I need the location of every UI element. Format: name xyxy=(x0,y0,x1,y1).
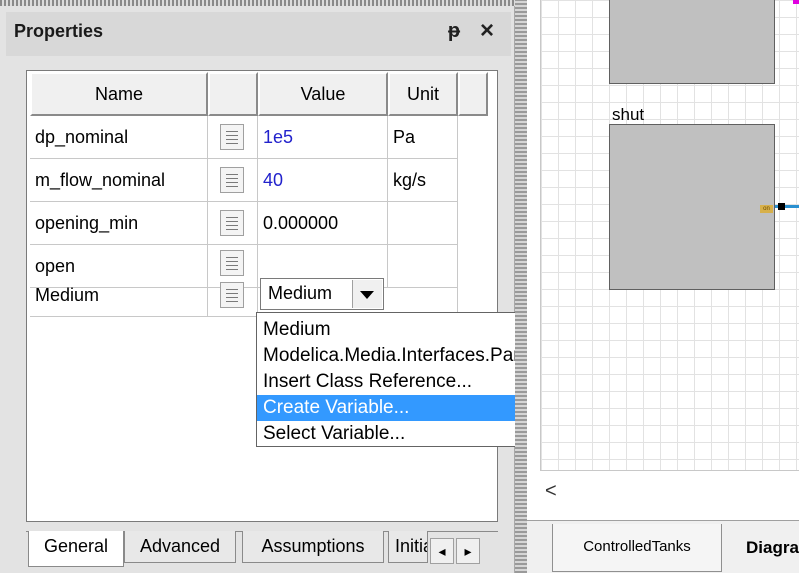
diagram-component-block[interactable] xyxy=(609,0,775,84)
edit-icon[interactable] xyxy=(220,167,244,193)
tab-assumptions[interactable]: Assumptions xyxy=(242,531,384,563)
param-value-opening-min[interactable]: 0.000000 xyxy=(258,202,388,245)
param-unit-dp-nominal: Pa xyxy=(388,116,458,159)
edit-icon[interactable] xyxy=(220,124,244,150)
tab-controlled-tanks[interactable]: ControlledTanks xyxy=(552,524,722,572)
tab-initialization[interactable]: Initia xyxy=(388,531,428,563)
scroll-left-icon[interactable]: < xyxy=(545,480,565,502)
param-unit-opening-min xyxy=(388,202,458,245)
tab-scroll-left-icon[interactable]: ◂ xyxy=(430,538,454,564)
column-header-edit[interactable] xyxy=(208,72,258,116)
tab-scroll-right-icon[interactable]: ▸ xyxy=(456,538,480,564)
param-value-m-flow-nominal[interactable]: 40 xyxy=(258,159,388,202)
chevron-down-icon xyxy=(360,291,374,299)
close-icon[interactable]: × xyxy=(474,16,500,46)
param-value-dp-nominal[interactable]: 1e5 xyxy=(258,116,388,159)
param-name-medium: Medium xyxy=(30,274,208,317)
param-name-m-flow-nominal: m_flow_nominal xyxy=(30,159,208,202)
pin-icon[interactable]: ᵽ xyxy=(444,16,464,46)
edit-icon[interactable] xyxy=(220,250,244,276)
column-header-unit[interactable]: Unit xyxy=(388,72,458,116)
medium-combobox-value: Medium xyxy=(268,283,333,303)
tab-advanced[interactable]: Advanced xyxy=(124,531,236,563)
connector-mark xyxy=(793,0,799,4)
tab-general[interactable]: General xyxy=(28,531,124,567)
diagram-component-shut[interactable] xyxy=(609,124,775,290)
panel-grip-line xyxy=(0,0,515,6)
port-label: on xyxy=(760,205,773,213)
output-port-icon[interactable] xyxy=(778,203,785,210)
param-name-dp-nominal: dp_nominal xyxy=(30,116,208,159)
panel-title: Properties xyxy=(14,21,104,41)
panel-splitter[interactable] xyxy=(515,0,527,573)
param-unit-m-flow-nominal: kg/s xyxy=(388,159,458,202)
horizontal-scrollbar[interactable] xyxy=(540,470,799,510)
param-unit-medium xyxy=(388,274,458,317)
column-header-value[interactable]: Value xyxy=(258,72,388,116)
component-label-shut: shut xyxy=(612,105,645,124)
column-header-name[interactable]: Name xyxy=(30,72,208,116)
edit-icon[interactable] xyxy=(220,282,244,308)
edit-icon[interactable] xyxy=(220,210,244,236)
column-header-extra xyxy=(458,72,488,116)
tab-diagram[interactable]: Diagra xyxy=(746,538,799,558)
param-name-opening-min: opening_min xyxy=(30,202,208,245)
